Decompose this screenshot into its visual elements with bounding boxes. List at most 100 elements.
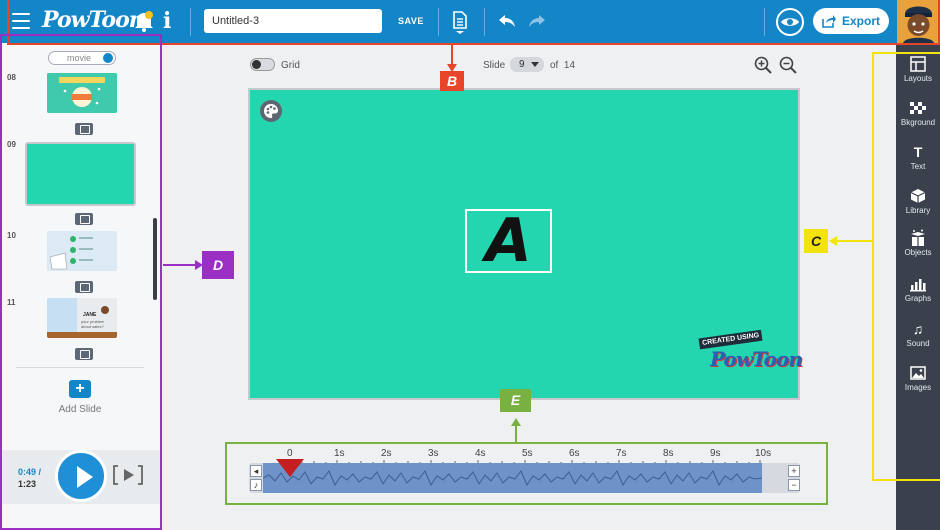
timeline-tick: 2s (381, 448, 392, 459)
zoom-in-icon[interactable] (754, 56, 772, 74)
document-menu-icon[interactable] (452, 11, 468, 35)
user-avatar[interactable] (897, 0, 940, 43)
time-display: 0:49 / 1:23 (18, 466, 41, 490)
insert-slide-after-08-button[interactable] (75, 123, 93, 135)
sidebar-item-label: Images (904, 383, 932, 392)
panel-divider (16, 367, 144, 368)
slide-label: Slide (483, 60, 506, 71)
toolbar-divider (190, 8, 191, 36)
timeline-tick: 6s (569, 448, 580, 459)
text-element[interactable]: A (465, 209, 552, 273)
insert-slide-after-09-button[interactable] (75, 213, 93, 225)
toggle-knob (252, 60, 261, 69)
current-time: 0:49 / (18, 467, 42, 477)
slide-preview-art (47, 73, 117, 113)
layouts-icon (910, 56, 926, 72)
timeline-tick: 7s (616, 448, 627, 459)
movie-mode-toggle[interactable]: movie (48, 51, 116, 65)
slide-number-select[interactable]: 9 (510, 57, 544, 72)
graphs-icon (910, 279, 926, 292)
slide-number: 11 (7, 298, 16, 307)
toolbar-divider (484, 8, 485, 36)
sound-icon: ♫ (912, 321, 924, 337)
zoom-out-icon[interactable] (779, 56, 797, 74)
annotation-arrow-d (163, 260, 203, 270)
sidebar-item-background[interactable]: Bkground (896, 100, 940, 127)
slide-preview-art (47, 298, 117, 338)
slide-canvas[interactable]: A CREATED USING PowToon (248, 88, 803, 400)
library-icon (910, 189, 926, 203)
sidebar-item-label: Text (910, 162, 926, 171)
slide-count-label: of 14 (550, 60, 575, 71)
toggle-knob (103, 53, 113, 63)
slide-preview-art (47, 231, 117, 271)
powtoon-logo[interactable]: PowToon (42, 7, 145, 33)
notification-bell-icon[interactable] (134, 10, 154, 32)
insert-slide-after-11-button[interactable] (75, 348, 93, 360)
sidebar-item-sound[interactable]: ♫ Sound (896, 321, 940, 348)
sidebar-item-objects[interactable]: Objects (896, 229, 940, 257)
export-icon (822, 15, 836, 28)
watermark-logo: PowToon (710, 347, 803, 371)
sidebar-item-images[interactable]: Images (896, 365, 940, 392)
background-icon (910, 102, 926, 114)
timeline-tick: 8s (663, 448, 674, 459)
text-icon: T (913, 144, 923, 160)
palette-icon[interactable] (260, 100, 282, 122)
sidebar-item-label: Bkground (900, 118, 936, 127)
sidebar-item-label: Graphs (904, 294, 932, 303)
annotation-arrow-b (447, 45, 457, 72)
add-slide-button[interactable]: + (69, 380, 91, 398)
toolbar-divider (438, 8, 439, 36)
save-button[interactable]: SAVE (398, 16, 424, 26)
sidebar-item-label: Sound (906, 339, 930, 348)
timeline-tick: 3s (428, 448, 439, 459)
sidebar-item-label: Layouts (903, 74, 933, 83)
slide-thumbnail-08[interactable] (47, 73, 117, 113)
sidebar-item-layouts[interactable]: Layouts (896, 56, 940, 83)
sidebar-item-label: Objects (904, 248, 932, 257)
palette-glyph (264, 104, 278, 118)
timeline-playhead[interactable] (276, 459, 304, 477)
sidebar-item-library[interactable]: Library (896, 188, 940, 215)
menu-icon[interactable] (12, 13, 30, 29)
annotation-label-d: D (202, 251, 234, 279)
timeline-tick: 5s (522, 448, 533, 459)
timeline-scroll-left-button[interactable]: ◂ (250, 465, 262, 477)
preview-button[interactable] (776, 8, 804, 36)
timeline-tick: 0 (287, 448, 293, 459)
insert-slide-after-10-button[interactable] (75, 281, 93, 293)
project-title-input[interactable] (204, 9, 382, 33)
redo-icon[interactable] (528, 13, 546, 29)
grid-toggle[interactable] (250, 58, 275, 71)
info-icon[interactable]: i (163, 8, 171, 34)
sidebar-item-graphs[interactable]: Graphs (896, 276, 940, 303)
slide-number: 08 (7, 73, 16, 82)
slide-thumbnail-11[interactable]: JANE your problem about sales? (47, 298, 117, 338)
timeline-tick: 1s (334, 448, 345, 459)
play-from-slide-icon[interactable] (113, 465, 143, 485)
grid-label: Grid (281, 60, 300, 71)
timeline-tick: 10s (755, 448, 772, 459)
sidebar-item-text[interactable]: T Text (896, 144, 940, 171)
undo-icon[interactable] (498, 13, 516, 29)
avatar-illustration (897, 0, 940, 43)
sidebar-item-label: Library (905, 206, 931, 215)
images-icon (910, 366, 926, 380)
slide-thumbnail-10[interactable] (47, 231, 117, 271)
slide-11-name: JANE (83, 312, 97, 318)
timeline-zoom-in-button[interactable]: + (788, 465, 800, 477)
toolbar-divider (764, 8, 765, 36)
annotation-label-b: B (440, 71, 464, 91)
play-button[interactable] (55, 450, 107, 502)
slides-scrollbar[interactable] (153, 218, 157, 300)
export-button[interactable]: Export (813, 8, 889, 34)
add-slide-label[interactable]: Add Slide (40, 404, 120, 415)
annotation-label-e: E (500, 389, 531, 412)
total-time: 1:23 (18, 479, 37, 489)
music-note-icon[interactable]: ♪ (250, 479, 262, 491)
text-element-content: A (485, 206, 532, 276)
annotation-arrow-c (829, 236, 873, 246)
slide-thumbnail-09-selected[interactable] (25, 142, 136, 206)
timeline-zoom-out-button[interactable]: − (788, 479, 800, 491)
